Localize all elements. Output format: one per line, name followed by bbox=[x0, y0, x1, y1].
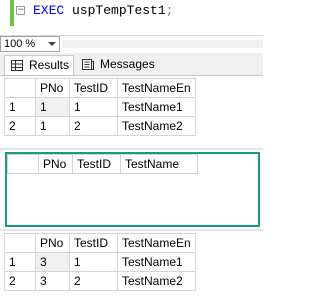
table-cell[interactable]: 1 bbox=[69, 97, 118, 117]
column-header[interactable]: TestNameEn bbox=[117, 233, 196, 253]
row-number[interactable]: 2 bbox=[4, 116, 36, 136]
query-text[interactable]: EXEC uspTempTest1; bbox=[33, 3, 173, 18]
table-cell[interactable]: TestName2 bbox=[117, 116, 196, 136]
row-number-header[interactable] bbox=[4, 78, 36, 98]
zoom-bar: 100 % bbox=[0, 35, 263, 53]
row-number-header[interactable] bbox=[7, 154, 39, 174]
zoom-dropdown[interactable]: 100 % bbox=[0, 36, 60, 52]
table-cell[interactable]: 1 bbox=[35, 116, 70, 136]
table-cell[interactable]: 1 bbox=[69, 252, 118, 272]
query-editor[interactable]: − EXEC uspTempTest1; bbox=[0, 0, 263, 35]
row-number[interactable]: 1 bbox=[4, 252, 36, 272]
column-header[interactable]: TestNameEn bbox=[117, 78, 196, 98]
table-cell[interactable]: TestName1 bbox=[117, 252, 196, 272]
result-grid-2-highlight[interactable]: PNo TestID TestName bbox=[5, 152, 260, 227]
column-header[interactable]: TestID bbox=[69, 78, 118, 98]
column-header[interactable]: TestID bbox=[72, 154, 121, 174]
header-row: PNo TestID TestName bbox=[7, 154, 198, 174]
table-cell[interactable]: 2 bbox=[69, 116, 118, 136]
table-cell[interactable]: 3 bbox=[35, 252, 70, 272]
row-number[interactable]: 1 bbox=[4, 97, 36, 117]
column-header[interactable]: PNo bbox=[38, 154, 73, 174]
table-cell[interactable]: TestName2 bbox=[117, 271, 196, 291]
collapse-toggle-icon[interactable]: − bbox=[16, 6, 25, 15]
messages-icon bbox=[82, 59, 94, 70]
result-table: PNo TestID TestNameEn 1 1 1 TestName1 2 … bbox=[4, 78, 196, 136]
horizontal-scrollbar[interactable] bbox=[62, 40, 263, 48]
grid-splitter[interactable] bbox=[0, 148, 263, 150]
table-cell[interactable]: 1 bbox=[35, 97, 70, 117]
row-number[interactable]: 2 bbox=[4, 271, 36, 291]
table-row: 2 1 2 TestName2 bbox=[4, 116, 196, 136]
procedure-name: uspTempTest1 bbox=[72, 3, 166, 18]
column-header[interactable]: TestID bbox=[69, 233, 118, 253]
result-table: PNo TestID TestNameEn 1 3 1 TestName1 2 … bbox=[4, 233, 196, 291]
empty-result-table: PNo TestID TestName bbox=[7, 154, 198, 174]
tab-results[interactable]: Results bbox=[4, 55, 74, 75]
change-indicator bbox=[10, 0, 14, 26]
table-row: 1 1 1 TestName1 bbox=[4, 97, 196, 117]
statement-terminator: ; bbox=[165, 3, 174, 18]
table-cell[interactable]: 2 bbox=[69, 271, 118, 291]
header-row: PNo TestID TestNameEn bbox=[4, 78, 196, 98]
column-header[interactable]: PNo bbox=[35, 78, 70, 98]
column-header[interactable]: PNo bbox=[35, 233, 70, 253]
tab-messages[interactable]: Messages bbox=[76, 55, 155, 75]
table-cell[interactable]: 3 bbox=[35, 271, 70, 291]
result-tabs: Results Messages bbox=[0, 53, 263, 76]
column-header[interactable]: TestName bbox=[120, 154, 198, 174]
result-grid-3[interactable]: PNo TestID TestNameEn 1 3 1 TestName1 2 … bbox=[0, 231, 263, 301]
exec-keyword: EXEC bbox=[33, 3, 65, 18]
tab-results-label: Results bbox=[29, 58, 70, 72]
result-grid-1[interactable]: PNo TestID TestNameEn 1 1 1 TestName1 2 … bbox=[0, 76, 263, 148]
grid-icon bbox=[11, 60, 23, 71]
row-number-header[interactable] bbox=[4, 233, 36, 253]
header-row: PNo TestID TestNameEn bbox=[4, 233, 196, 253]
table-cell[interactable]: TestName1 bbox=[117, 97, 196, 117]
table-row: 1 3 1 TestName1 bbox=[4, 252, 196, 272]
tab-messages-label: Messages bbox=[100, 57, 155, 71]
chevron-down-icon bbox=[48, 42, 56, 46]
table-row: 2 3 2 TestName2 bbox=[4, 271, 196, 291]
zoom-value: 100 % bbox=[4, 38, 36, 50]
